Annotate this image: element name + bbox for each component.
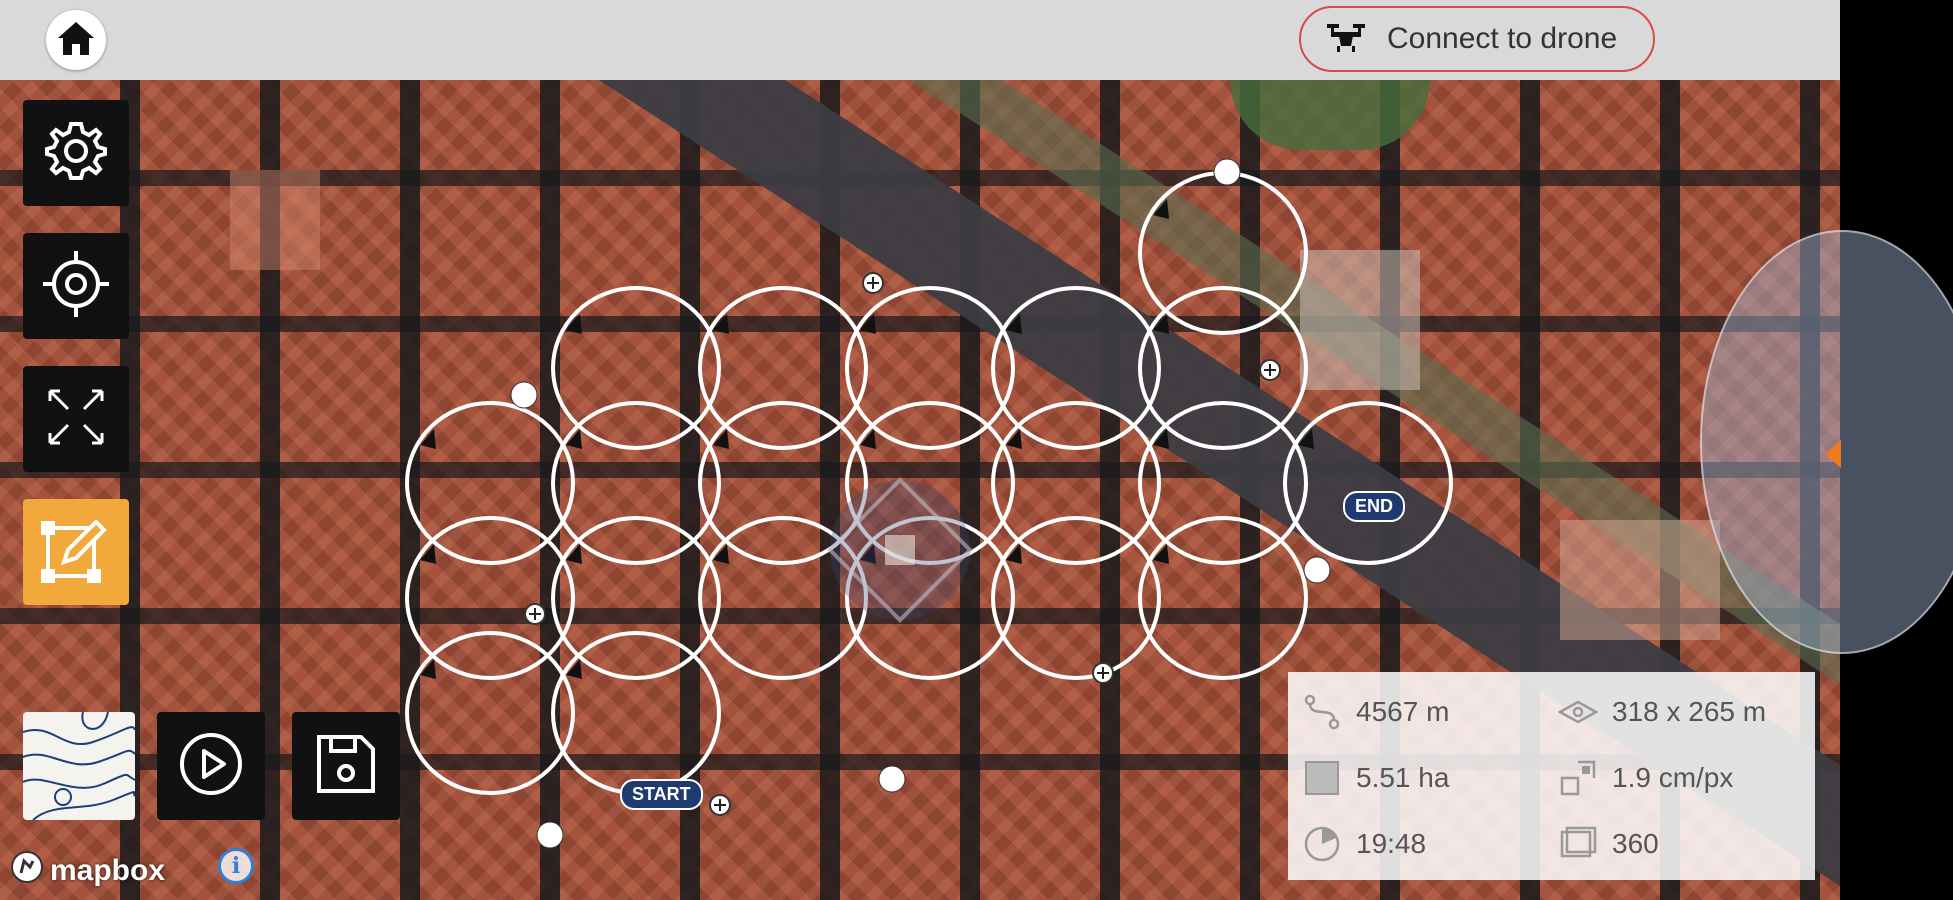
resolution-icon bbox=[1558, 758, 1598, 798]
stat-dimensions-value: 318 x 265 m bbox=[1612, 696, 1767, 727]
layer-style-button[interactable] bbox=[23, 712, 135, 820]
photo-footprint bbox=[551, 286, 721, 450]
home-button[interactable] bbox=[46, 10, 106, 70]
info-icon[interactable]: i bbox=[218, 848, 254, 884]
stat-duration-value: 19:48 bbox=[1356, 828, 1427, 859]
stat-distance-value: 4567 m bbox=[1356, 696, 1450, 727]
stat-photos: 360 bbox=[1558, 824, 1659, 864]
stat-dimensions: 318 x 265 m bbox=[1558, 692, 1766, 732]
gear-icon bbox=[43, 118, 109, 189]
stat-area: 5.51 ha bbox=[1302, 758, 1449, 798]
route-distance-icon bbox=[1302, 692, 1342, 732]
start-label: START bbox=[620, 779, 703, 810]
photo-footprint bbox=[1283, 401, 1453, 565]
mission-stats-panel: 4567 m 318 x 265 m 5.51 ha 1.9 cm/px 19:… bbox=[1288, 672, 1815, 880]
expand-arrows-icon bbox=[44, 385, 108, 454]
stat-photos-value: 360 bbox=[1612, 828, 1659, 859]
contour-map-icon bbox=[23, 712, 135, 820]
timer-icon bbox=[1302, 824, 1342, 864]
photo-footprint bbox=[698, 286, 868, 450]
connect-drone-button[interactable]: Connect to drone bbox=[1299, 6, 1655, 72]
edit-polygon-icon bbox=[40, 514, 112, 591]
photo-footprint bbox=[1138, 171, 1308, 335]
play-icon bbox=[178, 731, 244, 802]
photo-footprint bbox=[991, 286, 1161, 450]
connect-drone-label: Connect to drone bbox=[1387, 22, 1618, 55]
stat-area-value: 5.51 ha bbox=[1356, 762, 1450, 793]
home-icon bbox=[56, 19, 96, 62]
drone-position-marker bbox=[827, 477, 973, 623]
crosshair-icon bbox=[41, 249, 111, 324]
photo-footprint bbox=[405, 401, 575, 565]
edit-area-button[interactable] bbox=[23, 499, 129, 605]
fit-bounds-button[interactable] bbox=[23, 366, 129, 472]
play-mission-button[interactable] bbox=[157, 712, 265, 820]
settings-button[interactable] bbox=[23, 100, 129, 206]
save-mission-button[interactable] bbox=[292, 712, 400, 820]
stat-distance: 4567 m bbox=[1302, 692, 1449, 732]
stat-resolution: 1.9 cm/px bbox=[1558, 758, 1733, 798]
drone-icon bbox=[1325, 20, 1367, 59]
photos-icon bbox=[1558, 824, 1598, 864]
end-label: END bbox=[1343, 491, 1406, 522]
area-dimensions-icon bbox=[1558, 692, 1598, 732]
stat-resolution-value: 1.9 cm/px bbox=[1612, 762, 1734, 793]
photo-footprint bbox=[845, 286, 1015, 450]
stat-duration: 19:48 bbox=[1302, 824, 1426, 864]
mapbox-attribution[interactable]: mapbox bbox=[10, 850, 165, 892]
locate-button[interactable] bbox=[23, 233, 129, 339]
top-bar: Connect to drone bbox=[0, 0, 1840, 80]
mapbox-logo-icon bbox=[10, 850, 44, 892]
floppy-disk-icon bbox=[315, 733, 377, 800]
mapbox-wordmark: mapbox bbox=[50, 854, 166, 887]
area-icon bbox=[1302, 758, 1342, 798]
